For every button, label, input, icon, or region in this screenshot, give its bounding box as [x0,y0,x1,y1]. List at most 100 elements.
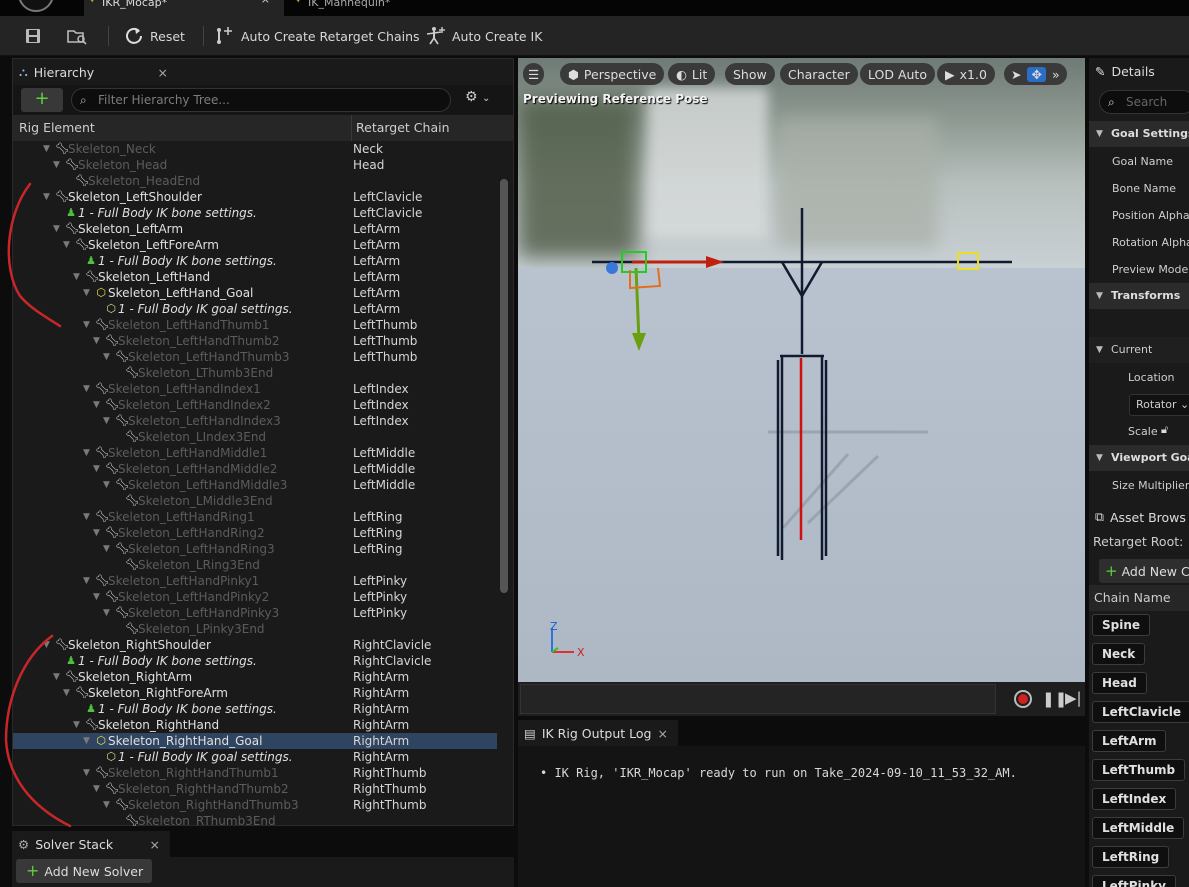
hierarchy-row[interactable]: ▼ 🦴︎ Skeleton_LeftHandPinky1 LeftPinky [13,573,497,589]
close-icon[interactable]: × [158,65,168,80]
expand-arrow-icon[interactable]: ▼ [93,525,104,541]
hierarchy-row[interactable]: ▼ 🦴︎ Skeleton_RightShoulder RightClavicle [13,637,497,653]
select-arrow-icon[interactable]: ➤ [1007,67,1025,82]
settings-dropdown[interactable]: ⚙ ⌄ [465,89,505,105]
step-forward-button[interactable]: ▶| [1065,689,1082,707]
column-divider[interactable] [351,115,352,141]
expand-arrow-icon[interactable]: ▼ [103,349,114,365]
expand-arrow-icon[interactable]: ▼ [103,541,114,557]
expand-arrow-icon[interactable]: ▼ [83,445,94,461]
hierarchy-row[interactable]: 🦴︎ Skeleton_LPinky3End [13,621,497,637]
hierarchy-row[interactable]: ▼ 🦴︎ Skeleton_LeftHandMiddle2 LeftMiddle [13,461,497,477]
hierarchy-row[interactable]: ▼ 🦴︎ Skeleton_RightHandThumb2 RightThumb [13,781,497,797]
lod-button[interactable]: LOD Auto [860,63,935,85]
tab-ik-mannequin[interactable]: ✦ IK_Mannequin* [290,0,410,16]
output-log-tab[interactable]: ▤ IK Rig Output Log × [518,720,678,746]
hierarchy-row[interactable]: ▼ 🦴︎ Skeleton_LeftArm LeftArm [13,221,497,237]
hierarchy-search-input[interactable]: ⌕ Filter Hierarchy Tree... [71,88,451,112]
close-icon[interactable]: × [261,0,270,5]
show-button[interactable]: Show [725,63,775,85]
hierarchy-row[interactable]: 🦴︎ Skeleton_RThumb3End [13,813,497,827]
hierarchy-row[interactable]: ♟ 1 - Full Body IK bone settings. LeftClav… [13,205,497,221]
expand-arrow-icon[interactable]: ▼ [93,589,104,605]
hierarchy-row[interactable]: ▼ ⬡ Skeleton_LeftHand_Goal LeftArm [13,285,497,301]
hierarchy-row[interactable]: 🦴︎ Skeleton_LIndex3End [13,429,497,445]
chain-item[interactable]: LeftRing [1092,846,1170,868]
hierarchy-row[interactable]: ▼ 🦴︎ Skeleton_RightHandThumb1 RightThumb [13,765,497,781]
viewport-menu-button[interactable]: ☰ [523,63,545,85]
close-icon[interactable]: × [150,837,160,852]
hierarchy-row[interactable]: ▼ 🦴︎ Skeleton_LeftHandThumb1 LeftThumb [13,317,497,333]
hierarchy-row[interactable]: ▼ 🦴︎ Skeleton_LeftHandIndex2 LeftIndex [13,397,497,413]
viewport-goal-section[interactable]: ▼ Viewport Goal S [1089,445,1189,471]
expand-arrow-icon[interactable]: ▼ [83,765,94,781]
asset-browser-tab[interactable]: ⧉ Asset Brows [1089,504,1189,530]
chain-item[interactable]: LeftThumb [1092,759,1186,781]
chain-item[interactable]: LeftArm [1092,730,1167,752]
skeleton-rig[interactable] [518,58,1085,682]
rotator-dropdown[interactable]: Rotator ⌄ [1129,394,1189,416]
perspective-button[interactable]: ⬢ Perspective [560,63,665,85]
hierarchy-row[interactable]: ▼ 🦴︎ Skeleton_RightArm RightArm [13,669,497,685]
hierarchy-row[interactable]: ▼ 🦴︎ Skeleton_LeftHandRing2 LeftRing [13,525,497,541]
hierarchy-row[interactable]: ▼ 🦴︎ Skeleton_LeftHandIndex1 LeftIndex [13,381,497,397]
chain-item[interactable]: Neck [1092,643,1146,665]
hierarchy-row[interactable]: 🦴︎ Skeleton_LMiddle3End [13,493,497,509]
tab-ikr-mocap[interactable]: ✦ IKR_Mocap* × [84,0,284,16]
auto-create-ik-button[interactable]: Auto Create IK [424,24,542,48]
chain-item[interactable]: LeftPinky [1092,875,1176,887]
pause-button[interactable]: ❚❚ [1042,690,1067,708]
hierarchy-row[interactable]: ▼ 🦴︎ Skeleton_LeftForeArm LeftArm [13,237,497,253]
expand-arrow-icon[interactable]: ▼ [93,397,104,413]
expand-arrow-icon[interactable]: ▼ [103,477,114,493]
expand-arrow-icon[interactable]: ▼ [83,381,94,397]
expand-arrow-icon[interactable]: ▼ [83,317,94,333]
column-retarget-chain[interactable]: Retarget Chain [356,120,450,135]
hierarchy-row[interactable]: ▼ 🦴︎ Skeleton_LeftHandMiddle3 LeftMiddle [13,477,497,493]
details-search-input[interactable]: ⌕ Search [1099,90,1189,114]
hierarchy-row[interactable]: 🦴︎ Skeleton_LThumb3End [13,365,497,381]
expand-arrow-icon[interactable]: ▼ [103,797,114,813]
play-speed-button[interactable]: ▶ x1.0 [937,63,995,85]
hierarchy-row[interactable]: ▼ 🦴︎ Skeleton_Neck Neck [13,141,497,157]
hierarchy-row[interactable]: ▼ 🦴︎ Skeleton_LeftHand LeftArm [13,269,497,285]
hierarchy-row[interactable]: ▼ 🦴︎ Skeleton_LeftHandThumb2 LeftThumb [13,333,497,349]
expand-arrow-icon[interactable]: ▼ [93,781,104,797]
lock-icon[interactable]: 🔓︎ [1161,423,1168,437]
hierarchy-row[interactable]: ▼ 🦴︎ Skeleton_RightHand RightArm [13,717,497,733]
hierarchy-row[interactable]: ▼ 🦴︎ Skeleton_LeftHandThumb3 LeftThumb [13,349,497,365]
expand-arrow-icon[interactable]: ▼ [93,461,104,477]
hierarchy-row[interactable]: ⬡ 1 - Full Body IK goal settings. LeftArm [13,301,497,317]
hierarchy-row[interactable]: 🦴︎ Skeleton_HeadEnd [13,173,497,189]
hierarchy-row[interactable]: ⬡ 1 - Full Body IK goal settings. RightArm [13,749,497,765]
add-new-chain-button[interactable]: + Add New C [1099,559,1189,583]
reset-button[interactable]: Reset [124,24,185,48]
hierarchy-row[interactable]: ♟ 1 - Full Body IK bone settings. LeftArm [13,253,497,269]
hierarchy-row[interactable]: ▼ 🦴︎ Skeleton_LeftHandIndex3 LeftIndex [13,413,497,429]
chain-item[interactable]: LeftMiddle [1092,817,1185,839]
hierarchy-row[interactable]: ▼ 🦴︎ Skeleton_Head Head [13,157,497,173]
hierarchy-row[interactable]: ▼ 🦴︎ Skeleton_LeftHandMiddle1 LeftMiddle [13,445,497,461]
hierarchy-row[interactable]: ▼ 🦴︎ Skeleton_LeftHandPinky2 LeftPinky [13,589,497,605]
hierarchy-row[interactable]: ▼ 🦴︎ Skeleton_LeftHandRing1 LeftRing [13,509,497,525]
viewport[interactable]: ☰ ⬢ Perspective ◐ Lit Show Character LOD A… [518,58,1085,682]
timeline-scrubber[interactable] [520,684,996,714]
expand-icon[interactable]: » [1048,67,1064,82]
goal-settings-section[interactable]: ▼ Goal Settings [1089,121,1189,147]
details-tab[interactable]: ✎ Details [1089,58,1189,84]
hierarchy-row[interactable]: ▼ ⬡ Skeleton_RightHand_Goal RightArm [13,733,497,749]
hierarchy-row[interactable]: ▼ 🦴︎ Skeleton_RightHandThumb3 RightThumb [13,797,497,813]
hierarchy-row[interactable]: ♟ 1 - Full Body IK bone settings. RightCla… [13,653,497,669]
hierarchy-row[interactable]: ▼ 🦴︎ Skeleton_LeftHandRing3 LeftRing [13,541,497,557]
chain-item[interactable]: LeftIndex [1092,788,1177,810]
expand-arrow-icon[interactable]: ▼ [83,733,94,749]
expand-arrow-icon[interactable]: ▼ [93,333,104,349]
chain-item[interactable]: LeftClavicle [1092,701,1189,723]
expand-arrow-icon[interactable]: ▼ [83,573,94,589]
hierarchy-row[interactable]: ▼ 🦴︎ Skeleton_LeftShoulder LeftClavicle [13,189,497,205]
expand-arrow-icon[interactable]: ▼ [83,509,94,525]
character-button[interactable]: Character [780,63,858,85]
record-button[interactable] [1014,690,1032,708]
current-subsection[interactable]: ▼ Current [1089,337,1189,363]
hierarchy-scrollbar[interactable] [500,179,508,593]
